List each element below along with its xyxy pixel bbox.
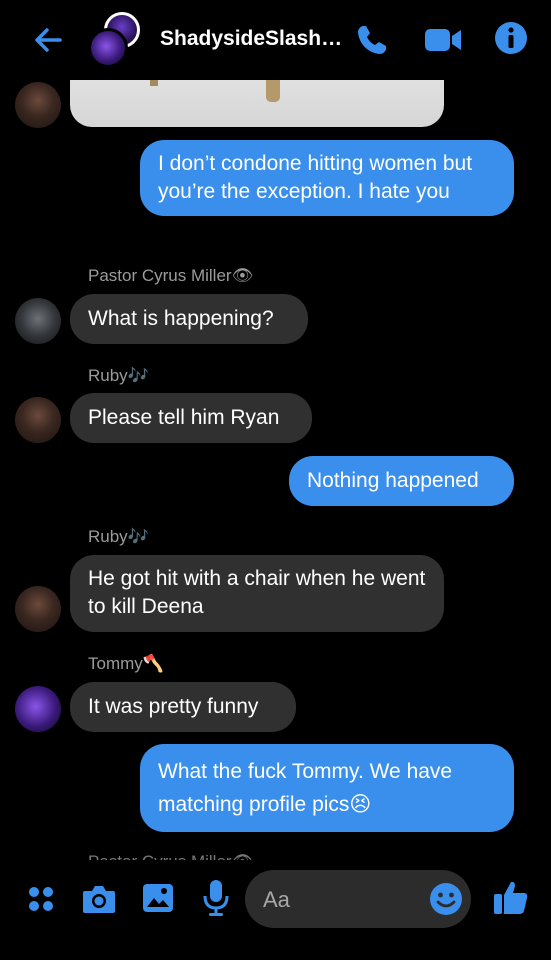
group-avatar-front <box>88 28 128 68</box>
avatar-ruby[interactable] <box>15 82 61 128</box>
avatar-tommy[interactable] <box>15 686 61 732</box>
thumbs-up-icon[interactable] <box>492 878 530 918</box>
message-bubble-incoming[interactable]: Please tell him Ryan <box>70 393 312 443</box>
message-bubble-outgoing[interactable]: I don’t condone hitting women but you’re… <box>140 140 514 216</box>
sender-name: Ruby🎶 <box>88 366 149 385</box>
sender-name: Tommy🪓 <box>88 654 164 673</box>
message-text: What the fuck Tommy. We have matching pr… <box>158 760 453 816</box>
message-text: Please tell him Ryan <box>88 406 280 429</box>
message-bubble-incoming[interactable]: What is happening? <box>70 294 308 344</box>
message-list[interactable]: I don’t condone hitting women but you’re… <box>0 0 551 861</box>
message-text: It was pretty funny <box>88 695 259 718</box>
message-text: Nothing happened <box>307 469 479 492</box>
avatar-pastor-cyrus[interactable] <box>15 298 61 344</box>
avatar-ruby[interactable] <box>15 586 61 632</box>
chat-title[interactable]: ShadysideSlash… <box>160 27 342 51</box>
back-arrow-icon <box>35 28 62 52</box>
chair-leg-small <box>150 80 158 86</box>
gallery-icon[interactable] <box>141 882 175 914</box>
message-text: He got hit with a chair when he went to … <box>88 567 426 618</box>
message-text: I don’t condone hitting women but you’re… <box>158 152 473 203</box>
microphone-icon[interactable] <box>202 878 230 918</box>
apps-grid-icon[interactable] <box>26 884 56 914</box>
avatar-ruby[interactable] <box>15 397 61 443</box>
chair-leg <box>266 80 280 102</box>
info-icon[interactable] <box>493 20 529 56</box>
message-bubble-incoming[interactable]: It was pretty funny <box>70 682 296 732</box>
group-avatar[interactable] <box>88 12 144 68</box>
message-input[interactable] <box>261 870 425 930</box>
phone-icon[interactable] <box>354 22 390 58</box>
message-text: What is happening? <box>88 307 274 330</box>
messenger-chat-screen: I don’t condone hitting women but you’re… <box>0 0 551 960</box>
message-bubble-incoming[interactable]: He got hit with a chair when he went to … <box>70 555 444 632</box>
sender-name: Pastor Cyrus Miller👁 <box>88 266 254 285</box>
sender-name: Ruby🎶 <box>88 527 149 546</box>
back-button[interactable] <box>30 22 70 58</box>
camera-icon[interactable] <box>81 882 117 916</box>
message-composer[interactable] <box>245 870 471 930</box>
message-bubble-outgoing[interactable]: What the fuck Tommy. We have matching pr… <box>140 744 514 832</box>
emoji-icon[interactable] <box>429 882 463 916</box>
chat-header: ShadysideSlash… <box>0 0 551 80</box>
video-camera-icon[interactable] <box>422 22 464 58</box>
message-bubble-outgoing[interactable]: Nothing happened <box>289 456 514 506</box>
